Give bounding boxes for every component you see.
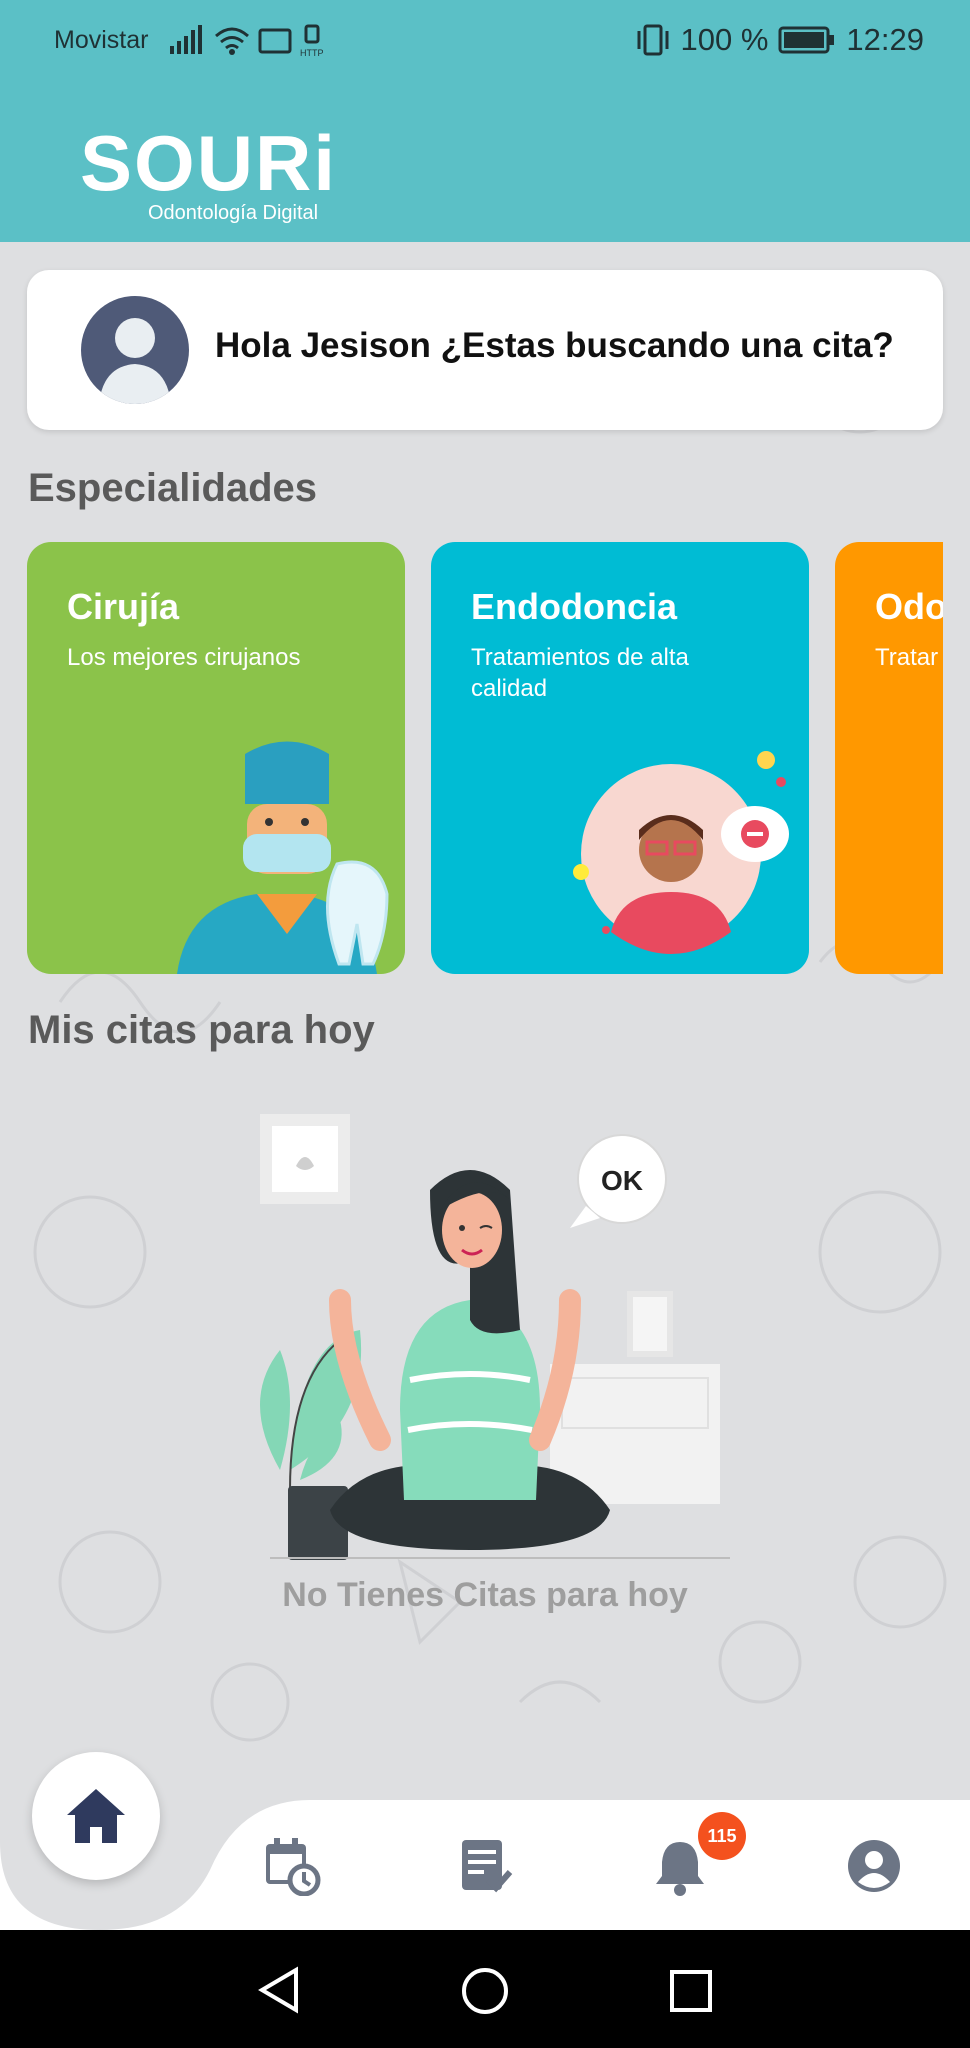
vibrate-icon [637, 24, 669, 56]
specialty-description: Tratar [875, 644, 939, 671]
specialties-carousel[interactable]: Cirujía Los mejores cirujanos Endodoncia… [0, 542, 943, 974]
app-header: SOURi Odontología Digital [0, 84, 970, 242]
specialty-description: Tratamientos de alta calidad [471, 644, 689, 702]
clipboard-check-icon [462, 1840, 513, 1893]
patient-illustration [573, 751, 789, 954]
specialty-title: Cirujía [67, 586, 180, 627]
history-nav-button[interactable] [456, 1836, 516, 1896]
recents-icon[interactable] [668, 1968, 714, 2014]
greeting-text: Hola Jesison ¿Estas buscando una cita? [215, 326, 894, 365]
specialty-card-endodoncia[interactable]: Endodoncia Tratamientos de alta calidad [431, 542, 809, 974]
home-icon [67, 1789, 125, 1843]
avatar [81, 296, 189, 404]
system-nav-bar [0, 1930, 970, 2048]
appointments-title: Mis citas para hoy [28, 1008, 375, 1052]
appointments-nav-button[interactable] [262, 1836, 322, 1897]
specialty-card-odontopediatria[interactable]: Odo Tratar [835, 542, 943, 974]
calendar-clock-icon [266, 1838, 321, 1897]
logo-text: SOURi [80, 119, 338, 207]
profile-nav-button[interactable] [844, 1836, 904, 1896]
back-icon[interactable] [256, 1966, 304, 2014]
home-button[interactable] [32, 1752, 160, 1880]
user-silhouette-icon [99, 318, 171, 404]
clock: 12:29 [846, 22, 924, 57]
ok-bubble-text: OK [601, 1165, 643, 1196]
souri-logo: SOURi Odontología Digital [80, 119, 338, 224]
account-icon [848, 1840, 900, 1892]
specialties-title: Especialidades [28, 466, 318, 510]
notifications-badge: 115 [698, 1812, 746, 1860]
status-right: 100 % 12:29 [635, 22, 924, 58]
specialty-title: Odo [875, 586, 943, 627]
empty-state-message: No Tienes Citas para hoy [282, 1576, 688, 1614]
specialty-description: Los mejores cirujanos [67, 644, 301, 671]
svg-text:HTTP: HTTP [300, 48, 324, 58]
surgeon-illustration [177, 741, 389, 974]
specialty-card-cirugia[interactable]: Cirujía Los mejores cirujanos [27, 542, 405, 974]
battery-percent: 100 % [680, 22, 769, 57]
greeting-card[interactable]: Hola Jesison ¿Estas buscando una cita? [27, 270, 943, 430]
home-system-icon[interactable] [460, 1966, 510, 2016]
logo-subtitle: Odontología Digital [148, 202, 319, 224]
signal-wifi-icons: HTTP [170, 24, 324, 58]
carrier-label: Movistar [54, 26, 149, 54]
specialty-title: Endodoncia [471, 586, 677, 627]
empty-appointments-illustration: OK [260, 1114, 730, 1560]
status-bar: Movistar HTTP 100 % 12:29 [0, 0, 970, 84]
battery-icon [778, 26, 835, 54]
